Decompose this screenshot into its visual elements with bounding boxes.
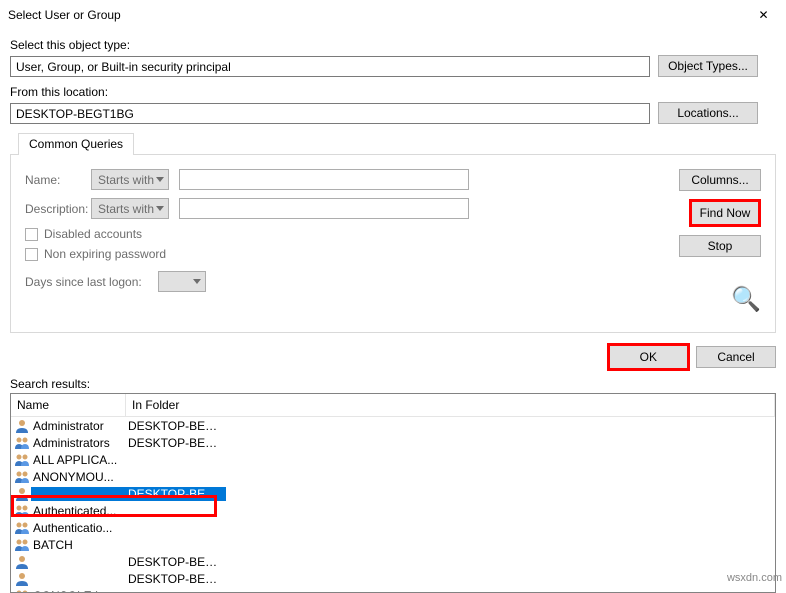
user-icon: [13, 554, 31, 570]
name-cell: ANONYMOU...: [31, 470, 126, 484]
name-cell: ...: [31, 487, 126, 501]
locations-button[interactable]: Locations...: [658, 102, 758, 124]
table-row[interactable]: AdministratorsDESKTOP-BEG...: [11, 434, 775, 451]
folder-cell: DESKTOP-BEG...: [126, 436, 226, 450]
group-icon: [13, 588, 31, 593]
description-mode-value: Starts with: [98, 202, 154, 216]
location-label: From this location:: [10, 85, 776, 99]
object-type-label: Select this object type:: [10, 38, 776, 52]
name-cell: Authenticatio...: [31, 521, 126, 535]
watermark: wsxdn.com: [723, 570, 786, 586]
column-header-name[interactable]: Name: [11, 394, 126, 416]
title-bar: Select User or Group ✕: [0, 0, 786, 30]
name-cell: ALL APPLICA...: [31, 453, 126, 467]
table-row[interactable]: ALL APPLICA...: [11, 451, 775, 468]
user-icon: [13, 571, 31, 587]
search-icon: 🔍: [731, 285, 761, 314]
group-icon: [13, 469, 31, 485]
table-row[interactable]: DESKTOP-BEG...: [11, 570, 775, 587]
name-cell: Authenticated...: [31, 504, 126, 518]
name-cell: Administrator: [31, 419, 126, 433]
tab-bar: Common Queries: [10, 132, 776, 154]
group-icon: [13, 503, 31, 519]
name-cell: Administrators: [31, 436, 126, 450]
days-since-logon-combo[interactable]: [158, 271, 206, 292]
column-header-folder[interactable]: In Folder: [126, 394, 775, 416]
object-type-field[interactable]: [10, 56, 650, 77]
grid-header: Name In Folder: [11, 394, 775, 417]
non-expiring-password-label: Non expiring password: [44, 247, 166, 261]
chevron-down-icon: [193, 279, 201, 284]
find-now-label: Find Now: [700, 206, 751, 220]
find-now-button[interactable]: Find Now: [689, 199, 761, 227]
group-icon: [13, 537, 31, 553]
table-row[interactable]: DESKTOP-BEG...: [11, 553, 775, 570]
close-icon: ✕: [758, 8, 768, 22]
non-expiring-password-checkbox[interactable]: [25, 248, 38, 261]
table-row[interactable]: CONSOLE L...: [11, 587, 775, 593]
folder-cell: DESKTOP-BEG...: [126, 555, 226, 569]
chevron-down-icon: [156, 206, 164, 211]
description-filter-input[interactable]: [179, 198, 469, 219]
name-mode-value: Starts with: [98, 173, 154, 187]
table-row[interactable]: AdministratorDESKTOP-BEG...: [11, 417, 775, 434]
group-icon: [13, 435, 31, 451]
tab-common-queries[interactable]: Common Queries: [18, 133, 134, 155]
user-icon: [13, 418, 31, 434]
table-row[interactable]: BATCH: [11, 536, 775, 553]
window-title: Select User or Group: [8, 8, 121, 22]
results-grid[interactable]: Name In Folder AdministratorDESKTOP-BEG.…: [10, 393, 776, 593]
description-filter-label: Description:: [25, 202, 81, 216]
table-row[interactable]: Authenticated...: [11, 502, 775, 519]
chevron-down-icon: [156, 177, 164, 182]
table-row[interactable]: ANONYMOU...: [11, 468, 775, 485]
user-icon: [13, 486, 31, 502]
folder-cell: DESKTOP-BEG...: [126, 487, 226, 501]
folder-cell: DESKTOP-BEG...: [126, 419, 226, 433]
group-icon: [13, 452, 31, 468]
object-types-button[interactable]: Object Types...: [658, 55, 758, 77]
description-mode-combo[interactable]: Starts with: [91, 198, 169, 219]
name-filter-label: Name:: [25, 173, 81, 187]
columns-button[interactable]: Columns...: [679, 169, 761, 191]
cancel-button[interactable]: Cancel: [696, 346, 776, 368]
name-filter-input[interactable]: [179, 169, 469, 190]
disabled-accounts-label: Disabled accounts: [44, 227, 142, 241]
name-mode-combo[interactable]: Starts with: [91, 169, 169, 190]
close-button[interactable]: ✕: [741, 0, 786, 30]
disabled-accounts-checkbox[interactable]: [25, 228, 38, 241]
table-row[interactable]: ...DESKTOP-BEG...: [11, 485, 775, 502]
common-queries-panel: Name: Starts with Description: Starts wi…: [10, 154, 776, 333]
ok-label: OK: [640, 350, 657, 364]
days-since-logon-label: Days since last logon:: [25, 275, 142, 289]
search-results-label: Search results:: [0, 375, 786, 393]
table-row[interactable]: Authenticatio...: [11, 519, 775, 536]
group-icon: [13, 520, 31, 536]
name-cell: CONSOLE L...: [31, 589, 126, 593]
ok-button[interactable]: OK: [607, 343, 690, 371]
folder-cell: DESKTOP-BEG...: [126, 572, 226, 586]
stop-button[interactable]: Stop: [679, 235, 761, 257]
name-cell: BATCH: [31, 538, 126, 552]
location-field[interactable]: [10, 103, 650, 124]
